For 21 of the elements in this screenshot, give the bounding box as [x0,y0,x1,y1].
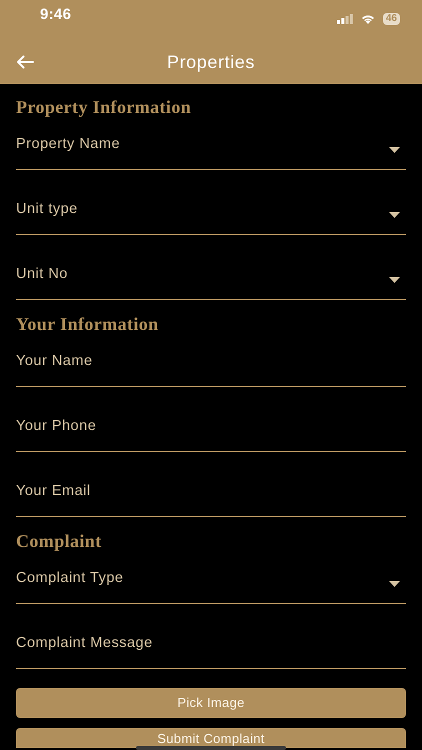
dropdown-field[interactable]: Unit No [16,265,406,300]
status-time: 9:46 [40,5,72,25]
battery-level: 46 [382,13,400,25]
section-heading: Your Information [16,314,159,334]
input-field[interactable]: Complaint Message [16,634,406,669]
page-title: Properties [166,52,256,72]
dropdown-caret-icon [389,581,400,587]
dropdown-field[interactable]: Complaint Type [16,569,406,604]
dropdown-field[interactable]: Unit type [16,200,406,235]
dropdown-caret-icon [389,212,400,218]
signal-icon [336,14,353,24]
input-field[interactable]: Your Email [16,482,406,517]
section-heading: Complaint [16,531,102,551]
back-arrow-icon[interactable] [16,55,34,69]
section-heading: Property Information [16,97,192,117]
input-field[interactable]: Your Phone [16,417,406,452]
wifi-icon [360,14,375,24]
dropdown-caret-icon [389,277,400,283]
dropdown-field[interactable]: Property Name [16,135,406,170]
dropdown-caret-icon [389,147,400,153]
input-field[interactable]: Your Name [16,352,406,387]
